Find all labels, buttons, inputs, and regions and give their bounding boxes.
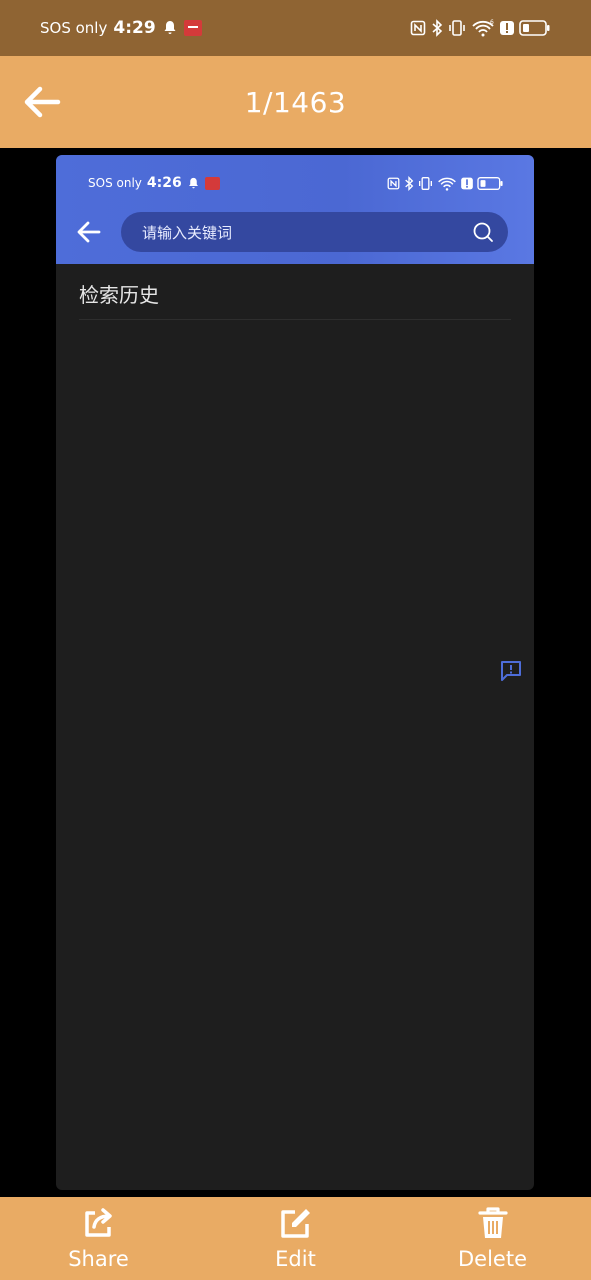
- preview-wifi-icon: [437, 176, 457, 191]
- share-button[interactable]: Share: [0, 1197, 197, 1280]
- svg-text:6: 6: [490, 19, 494, 26]
- app-notification-icon: [183, 20, 202, 36]
- screenshot-preview: SOS only 4:26 请输入关键词 检索历史: [56, 155, 534, 1190]
- viewer-header: 1/1463: [0, 56, 591, 148]
- alert-icon: [500, 19, 514, 37]
- delete-button[interactable]: Delete: [394, 1197, 591, 1280]
- preview-bluetooth-icon: [404, 175, 414, 191]
- preview-status-left: SOS only 4:26: [88, 175, 220, 191]
- clock: 4:29: [113, 18, 156, 38]
- preview-bell-icon: [187, 177, 200, 190]
- preview-carrier-text: SOS only: [88, 176, 142, 190]
- back-arrow-icon[interactable]: [22, 84, 62, 120]
- preview-clock: 4:26: [146, 175, 182, 191]
- trash-icon: [475, 1205, 511, 1241]
- status-bar: SOS only 4:29 6: [0, 0, 591, 56]
- bottom-toolbar: Share Edit Delete: [0, 1197, 591, 1280]
- page-counter: 1/1463: [244, 85, 347, 119]
- preview-vibrate-icon: [418, 176, 433, 191]
- preview-nfc-icon: [387, 177, 400, 190]
- wifi-icon: 6: [471, 19, 495, 37]
- feedback-icon[interactable]: [499, 659, 523, 683]
- share-icon: [81, 1205, 117, 1241]
- status-right: 6: [410, 19, 551, 37]
- edit-button[interactable]: Edit: [197, 1197, 394, 1280]
- divider: [79, 319, 511, 320]
- preview-status-right: [387, 175, 504, 191]
- vibrate-icon: [448, 19, 466, 37]
- search-placeholder: 请输入关键词: [142, 223, 233, 242]
- status-left: SOS only 4:29: [40, 18, 202, 38]
- search-icon[interactable]: [472, 221, 494, 243]
- edit-icon: [278, 1205, 314, 1241]
- search-history-heading: 检索历史: [79, 283, 159, 307]
- bluetooth-icon: [431, 19, 443, 37]
- preview-alert-icon: [461, 176, 473, 191]
- bell-icon: [162, 20, 178, 36]
- edit-label: Edit: [275, 1247, 316, 1271]
- battery-icon: [519, 19, 551, 37]
- preview-app-bar: SOS only 4:26 请输入关键词: [56, 155, 534, 264]
- preview-battery-icon: [477, 176, 504, 191]
- preview-back-arrow-icon[interactable]: [76, 219, 102, 245]
- delete-label: Delete: [458, 1247, 527, 1271]
- preview-status-bar: SOS only 4:26: [88, 173, 504, 193]
- carrier-text: SOS only: [40, 19, 108, 37]
- preview-app-notification-icon: [204, 176, 220, 190]
- share-label: Share: [68, 1247, 129, 1271]
- nfc-icon: [410, 20, 426, 36]
- preview-search-input[interactable]: 请输入关键词: [121, 212, 508, 252]
